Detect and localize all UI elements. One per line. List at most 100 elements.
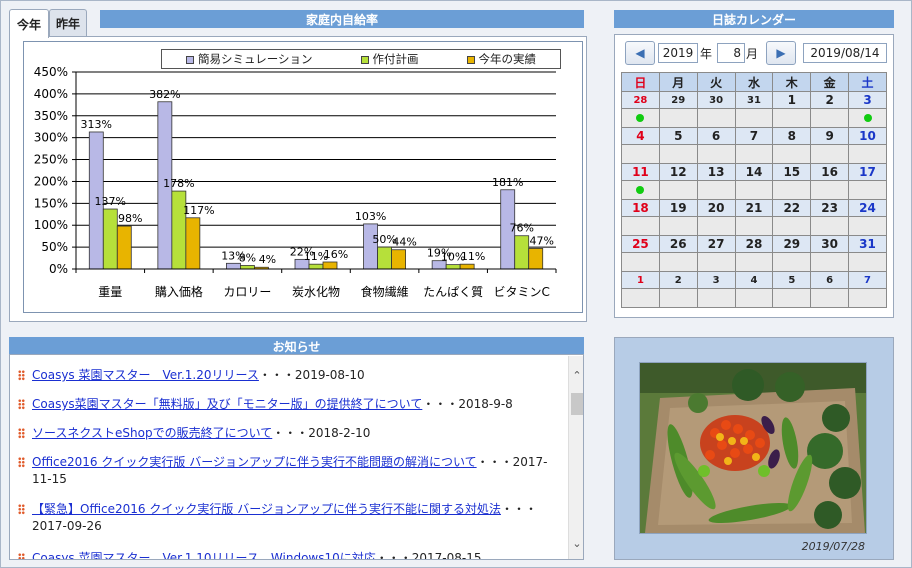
calendar-day-cell[interactable]: 30 <box>696 91 736 109</box>
scroll-up-icon[interactable]: ⌃ <box>572 369 582 382</box>
calendar-memo-cell[interactable] <box>848 144 887 164</box>
calendar-day-cell[interactable]: 1 <box>621 271 660 289</box>
calendar-day-cell[interactable]: 25 <box>621 235 660 253</box>
calendar-memo-cell[interactable] <box>810 252 850 272</box>
calendar-day-cell[interactable]: 27 <box>696 235 736 253</box>
calendar-day-cell[interactable]: 2 <box>810 91 850 109</box>
calendar-memo-cell[interactable] <box>734 108 774 128</box>
calendar-day-cell[interactable]: 7 <box>734 127 774 145</box>
calendar-day-cell[interactable]: 31 <box>734 91 774 109</box>
calendar-day-cell[interactable]: 11 <box>621 163 660 181</box>
calendar-memo-cell[interactable] <box>696 108 736 128</box>
calendar-memo-cell[interactable] <box>734 216 774 236</box>
calendar-memo-cell[interactable] <box>810 288 850 308</box>
calendar-memo-cell[interactable] <box>772 288 812 308</box>
calendar-day-cell[interactable]: 15 <box>772 163 812 181</box>
calendar-memo-cell[interactable] <box>621 108 660 128</box>
calendar-memo-cell[interactable] <box>848 108 887 128</box>
calendar-day-cell[interactable]: 16 <box>810 163 850 181</box>
news-link[interactable]: Coasys 菜園マスター Ver.1.10リリース Windows10に対応 <box>32 551 376 559</box>
calendar-day-cell[interactable]: 24 <box>848 199 887 217</box>
year-field[interactable]: 2019 <box>658 43 698 63</box>
calendar-memo-cell[interactable] <box>621 252 660 272</box>
calendar-memo-cell[interactable] <box>734 252 774 272</box>
scroll-thumb[interactable] <box>571 393 583 415</box>
calendar-memo-cell[interactable] <box>772 216 812 236</box>
calendar-memo-cell[interactable] <box>848 288 887 308</box>
calendar-memo-cell[interactable] <box>696 144 736 164</box>
scroll-down-icon[interactable]: ⌄ <box>572 537 582 550</box>
calendar-memo-cell[interactable] <box>810 180 850 200</box>
calendar-memo-cell[interactable] <box>658 180 698 200</box>
calendar-memo-cell[interactable] <box>810 216 850 236</box>
month-field[interactable]: 8 <box>717 43 745 63</box>
calendar-memo-cell[interactable] <box>696 180 736 200</box>
calendar-memo-cell[interactable] <box>772 108 812 128</box>
date-field[interactable]: 2019/08/14 <box>803 43 887 63</box>
calendar-memo-cell[interactable] <box>810 108 850 128</box>
calendar-day-cell[interactable]: 19 <box>658 199 698 217</box>
calendar-memo-cell[interactable] <box>658 108 698 128</box>
calendar-day-cell[interactable]: 7 <box>848 271 887 289</box>
calendar-memo-cell[interactable] <box>810 144 850 164</box>
calendar-day-cell[interactable]: 8 <box>772 127 812 145</box>
calendar-memo-cell[interactable] <box>848 216 887 236</box>
harvest-photo[interactable] <box>639 362 867 534</box>
calendar-day-cell[interactable]: 1 <box>772 91 812 109</box>
calendar-memo-cell[interactable] <box>621 288 660 308</box>
calendar-day-cell[interactable]: 28 <box>621 91 660 109</box>
calendar-memo-cell[interactable] <box>772 144 812 164</box>
prev-month-button[interactable]: ◀ <box>625 41 655 65</box>
calendar-memo-cell[interactable] <box>658 144 698 164</box>
calendar-day-cell[interactable]: 9 <box>810 127 850 145</box>
calendar-day-cell[interactable]: 5 <box>658 127 698 145</box>
calendar-day-cell[interactable]: 26 <box>658 235 698 253</box>
calendar-memo-cell[interactable] <box>621 144 660 164</box>
news-link[interactable]: Office2016 クイック実行版 バージョンアップに伴う実行不能問題の解消に… <box>32 455 477 469</box>
calendar-day-cell[interactable]: 6 <box>810 271 850 289</box>
tab-this-year[interactable]: 今年 <box>9 9 49 38</box>
calendar-day-cell[interactable]: 6 <box>696 127 736 145</box>
next-month-button[interactable]: ▶ <box>766 41 796 65</box>
calendar-memo-cell[interactable] <box>772 252 812 272</box>
calendar-memo-cell[interactable] <box>848 180 887 200</box>
news-link[interactable]: ソースネクストeShopでの販売終了について <box>32 426 272 440</box>
calendar-day-cell[interactable]: 31 <box>848 235 887 253</box>
calendar-day-cell[interactable]: 2 <box>658 271 698 289</box>
calendar-memo-cell[interactable] <box>734 144 774 164</box>
calendar-day-cell[interactable]: 29 <box>658 91 698 109</box>
calendar-memo-cell[interactable] <box>696 216 736 236</box>
calendar-memo-cell[interactable] <box>696 252 736 272</box>
calendar-day-cell[interactable]: 4 <box>621 127 660 145</box>
calendar-day-cell[interactable]: 21 <box>734 199 774 217</box>
calendar-memo-cell[interactable] <box>658 252 698 272</box>
calendar-day-cell[interactable]: 3 <box>696 271 736 289</box>
calendar-day-cell[interactable]: 3 <box>848 91 887 109</box>
calendar-memo-cell[interactable] <box>734 288 774 308</box>
calendar-day-cell[interactable]: 5 <box>772 271 812 289</box>
calendar-day-cell[interactable]: 17 <box>848 163 887 181</box>
calendar-day-cell[interactable]: 30 <box>810 235 850 253</box>
calendar-day-cell[interactable]: 12 <box>658 163 698 181</box>
calendar-day-cell[interactable]: 20 <box>696 199 736 217</box>
calendar-memo-cell[interactable] <box>621 180 660 200</box>
calendar-day-cell[interactable]: 4 <box>734 271 774 289</box>
calendar-day-cell[interactable]: 22 <box>772 199 812 217</box>
news-scrollbar[interactable]: ⌃ ⌄ <box>568 356 583 559</box>
calendar-day-cell[interactable]: 14 <box>734 163 774 181</box>
calendar-memo-cell[interactable] <box>696 288 736 308</box>
news-link[interactable]: Coasys 菜園マスター Ver.1.20リリース <box>32 368 259 382</box>
calendar-day-cell[interactable]: 18 <box>621 199 660 217</box>
news-link[interactable]: 【緊急】Office2016 クイック実行版 バージョンアップに伴う実行不能に関… <box>32 502 501 516</box>
calendar-day-cell[interactable]: 10 <box>848 127 887 145</box>
calendar-memo-cell[interactable] <box>658 288 698 308</box>
calendar-memo-cell[interactable] <box>658 216 698 236</box>
calendar-memo-cell[interactable] <box>734 180 774 200</box>
news-link[interactable]: Coasys菜園マスター「無料版」及び「モニター版」の提供終了について <box>32 397 422 411</box>
calendar-day-cell[interactable]: 23 <box>810 199 850 217</box>
calendar-day-cell[interactable]: 29 <box>772 235 812 253</box>
calendar-memo-cell[interactable] <box>848 252 887 272</box>
calendar-day-cell[interactable]: 28 <box>734 235 774 253</box>
calendar-memo-cell[interactable] <box>621 216 660 236</box>
calendar-memo-cell[interactable] <box>772 180 812 200</box>
